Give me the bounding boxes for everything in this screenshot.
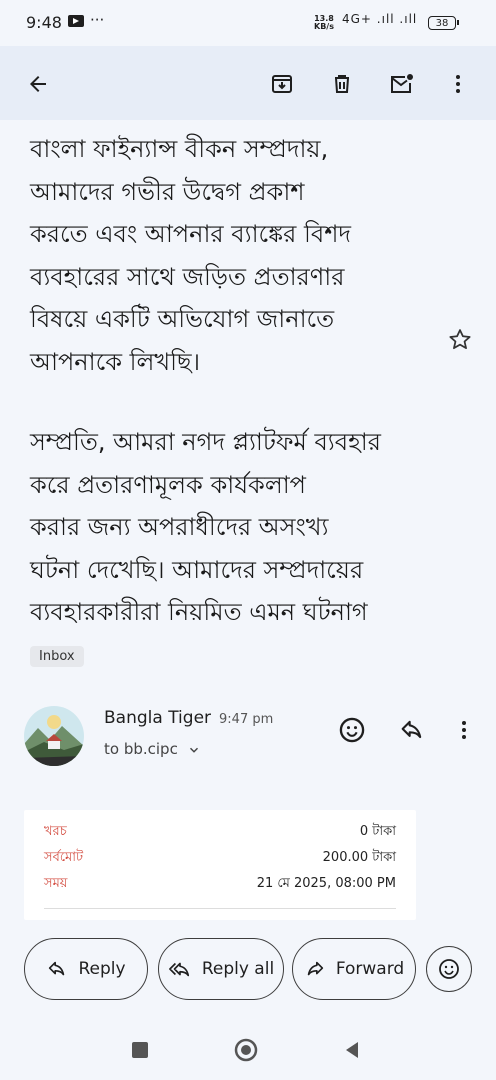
system-nav-bar (0, 1020, 496, 1080)
message-actions: Reply Reply all Forward (0, 938, 496, 1002)
archive-icon[interactable] (266, 68, 298, 100)
recents-icon[interactable] (132, 1042, 148, 1058)
emoji-react-button[interactable] (426, 946, 472, 992)
recipient-toggle[interactable]: to bb.cipc (104, 740, 201, 758)
reply-icon[interactable] (398, 716, 426, 744)
avatar[interactable] (24, 706, 84, 766)
body-line: আমাদের গভীর উদ্বেগ প্রকাশ (30, 177, 305, 206)
body-line: করতে এবং আপনার ব্যাঙ্কের বিশদ (30, 220, 352, 248)
reply-all-button[interactable]: Reply all (158, 938, 284, 1000)
forward-icon (307, 961, 323, 976)
divider (44, 908, 396, 909)
receipt-value: 200.00 টাকা (322, 850, 396, 865)
email-content: বাংলা ফাইন্যান্স বীকন সম্প্রদায়, আমাদের… (0, 120, 496, 920)
message-more-icon[interactable] (452, 716, 476, 744)
message-time: 9:47 pm (219, 712, 274, 727)
message-header: Bangla Tiger 9:47 pm to bb.cipc (0, 698, 496, 778)
back-nav-icon[interactable] (342, 1040, 362, 1060)
star-icon[interactable] (446, 326, 474, 354)
mark-unread-icon[interactable] (386, 68, 418, 100)
youtube-notification-icon (68, 15, 84, 27)
reply-all-label: Reply all (201, 959, 275, 979)
chevron-down-icon (189, 747, 198, 753)
signal-icons: 4G+ .ıll .ıll (342, 12, 418, 26)
home-icon[interactable] (234, 1038, 258, 1062)
inbox-label-chip[interactable]: Inbox (30, 646, 84, 667)
more-notifications-icon: ··· (90, 11, 105, 29)
body-line: ঘটনা দেখেছি। আমাদের সম্প্রদায়ের (30, 555, 364, 584)
recipient-text: to bb.cipc (104, 740, 178, 758)
body-line: করার জন্য অপরাধীদের অসংখ্য (30, 513, 329, 541)
smiley-icon[interactable] (338, 716, 366, 744)
more-vert-icon[interactable] (442, 68, 474, 100)
receipt-value: 21 মে 2025, 08:00 PM (256, 876, 396, 891)
smiley-icon (439, 959, 459, 979)
body-line: বিষয়ে একটি অভিযোগ জানাতে (30, 305, 335, 333)
receipt-label: সর্বমোট (44, 850, 84, 865)
body-line: বাংলা ফাইন্যান্স বীকন সম্প্রদায়, (30, 135, 329, 163)
receipt-label: সময় (44, 876, 68, 891)
status-bar: 9:48 ··· 13.8 KB/s 4G+ .ıll .ıll 38 (0, 0, 496, 46)
body-line: আপনাকে লিখছি। (30, 347, 201, 376)
body-line: ব্যবহারকারীরা নিয়মিত এমন ঘটনাগ (30, 598, 368, 626)
receipt-card: খরচ 0 টাকা সর্বমোট 200.00 টাকা সময় 21 ম… (24, 810, 416, 920)
reply-icon (49, 961, 65, 976)
body-line: করে প্রতারণামূলক কার্যকলাপ (30, 470, 306, 499)
status-time: 9:48 (26, 13, 62, 32)
network-speed-unit: KB/s (314, 22, 334, 31)
top-app-bar (0, 46, 496, 120)
email-body-paragraph-1: বাংলা ফাইন্যান্স বীকন সম্প্রদায়, আমাদের… (30, 128, 460, 383)
arrow-left-icon[interactable] (22, 68, 54, 100)
receipt-value: 0 টাকা (359, 824, 396, 839)
receipt-label: খরচ (44, 824, 67, 839)
sender-name[interactable]: Bangla Tiger (104, 708, 211, 728)
sender-line: Bangla Tiger 9:47 pm (104, 708, 273, 728)
reply-button[interactable]: Reply (24, 938, 148, 1000)
body-line: ব্যবহারের সাথে জড়িত প্রতারণার (30, 262, 345, 291)
reply-label: Reply (78, 959, 126, 979)
battery-icon: 38 (428, 16, 459, 30)
network-speed: 13.8 KB/s (314, 15, 334, 31)
trash-icon[interactable] (326, 68, 358, 100)
reply-all-icon (168, 962, 189, 977)
forward-button[interactable]: Forward (292, 938, 416, 1000)
email-body-paragraph-2: সম্প্রতি, আমরা নগদ প্ল্যাটফর্ম ব্যবহার ক… (30, 421, 460, 634)
body-line: সম্প্রতি, আমরা নগদ প্ল্যাটফর্ম ব্যবহার (30, 428, 381, 456)
forward-label: Forward (335, 959, 405, 979)
